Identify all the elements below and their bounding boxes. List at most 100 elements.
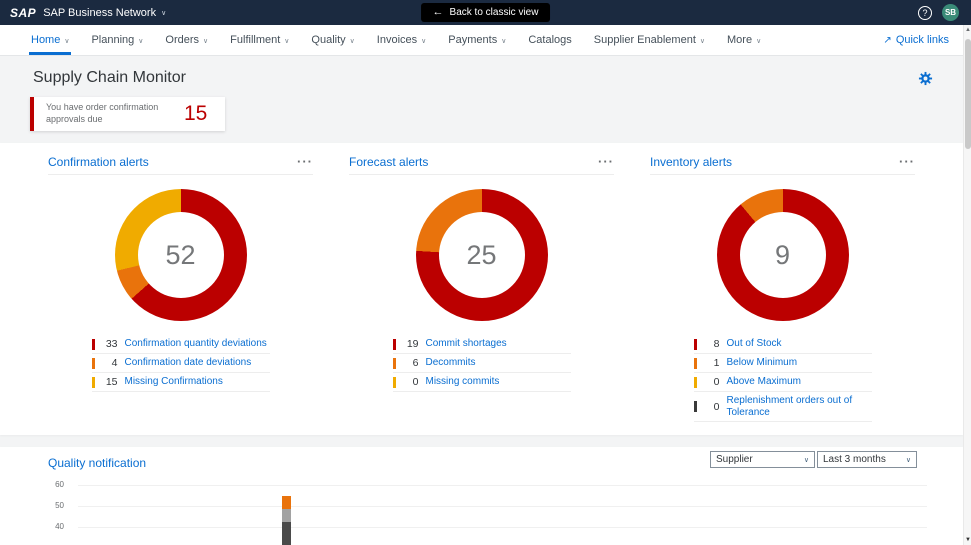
nav-label: Home	[31, 34, 60, 46]
chevron-down-icon: ∨	[203, 37, 208, 45]
legend-value: 33	[102, 338, 118, 350]
legend-link[interactable]: Missing commits	[426, 376, 500, 388]
banner-count: 15	[184, 102, 207, 126]
vertical-scrollbar[interactable]: ▲ ▼	[963, 25, 971, 545]
scrollbar-thumb[interactable]	[965, 39, 971, 149]
legend-row: 6 Decommits	[393, 354, 571, 373]
card-header: Confirmation alerts ···	[48, 149, 313, 175]
overflow-menu-icon[interactable]: ···	[899, 155, 915, 168]
inventory-alerts-card: Inventory alerts ··· 9 8 Out of Stock	[632, 149, 933, 435]
donut-total: 25	[466, 240, 496, 271]
legend: 19 Commit shortages 6 Decommits 0 Missin…	[393, 335, 571, 392]
card-title: Forecast alerts	[349, 155, 428, 169]
donut-total: 9	[775, 240, 790, 271]
donut-hole: 25	[439, 212, 525, 298]
back-arrow-icon: ←	[433, 7, 444, 18]
approvals-due-banner[interactable]: You have order confirmation approvals du…	[30, 97, 225, 131]
page-header: Supply Chain Monitor	[0, 56, 963, 87]
nav-tab-fulfillment[interactable]: Fulfillment ∨	[219, 25, 300, 55]
gridline	[78, 506, 927, 507]
legend-link[interactable]: Decommits	[426, 357, 476, 369]
page-content: Supply Chain Monitor You have order conf…	[0, 56, 963, 545]
nav-label: Orders	[165, 34, 199, 46]
quality-filters: Supplier ∨ Last 3 months ∨	[710, 451, 917, 468]
legend-value: 0	[704, 401, 720, 413]
alert-cards-panel: Confirmation alerts ··· 52 33 Confirmati…	[0, 143, 963, 435]
quick-links[interactable]: ↗ Quick links	[883, 25, 963, 55]
nav-label: More	[727, 34, 752, 46]
legend-row: 0 Missing commits	[393, 373, 571, 392]
legend-value: 15	[102, 376, 118, 388]
nav-label: Supplier Enablement	[594, 34, 696, 46]
scroll-up-icon[interactable]: ▲	[964, 25, 971, 35]
legend-link[interactable]: Confirmation date deviations	[125, 357, 252, 369]
nav-tab-orders[interactable]: Orders ∨	[154, 25, 219, 55]
topbar: SAP SAP Business Network ∨ ← Back to cla…	[0, 0, 971, 25]
legend-color-swatch	[92, 339, 95, 350]
donut-total: 52	[165, 240, 195, 271]
settings-gear-icon	[918, 71, 933, 86]
sap-logo[interactable]: SAP	[10, 6, 36, 20]
period-filter-value: Last 3 months	[823, 454, 886, 465]
chevron-down-icon: ∨	[501, 37, 506, 45]
donut-hole: 52	[138, 212, 224, 298]
donut-hole: 9	[740, 212, 826, 298]
legend-color-swatch	[393, 358, 396, 369]
legend-value: 8	[704, 338, 720, 350]
main-navigation: Home ∨ Planning ∨ Orders ∨ Fulfillment ∨…	[0, 25, 963, 56]
legend-color-swatch	[694, 401, 697, 412]
nav-label: Invoices	[377, 34, 417, 46]
chevron-down-icon: ∨	[161, 9, 166, 17]
nav-tab-supplier-enablement[interactable]: Supplier Enablement ∨	[583, 25, 716, 55]
chevron-down-icon: ∨	[64, 37, 69, 45]
settings-button[interactable]	[918, 71, 933, 86]
bar-segment	[282, 522, 291, 545]
help-icon[interactable]: ?	[918, 6, 932, 20]
user-avatar[interactable]: SB	[942, 4, 959, 21]
legend-link[interactable]: Out of Stock	[727, 338, 782, 350]
nav-tab-more[interactable]: More ∨	[716, 25, 772, 55]
legend-value: 6	[403, 357, 419, 369]
legend-color-swatch	[393, 339, 396, 350]
legend-link[interactable]: Confirmation quantity deviations	[125, 338, 267, 350]
nav-tab-planning[interactable]: Planning ∨	[80, 25, 154, 55]
period-filter-select[interactable]: Last 3 months ∨	[817, 451, 917, 468]
overflow-menu-icon[interactable]: ···	[598, 155, 614, 168]
card-title: Confirmation alerts	[48, 155, 149, 169]
legend-link[interactable]: Replenishment orders out of Tolerance	[727, 395, 872, 418]
legend-link[interactable]: Missing Confirmations	[125, 376, 223, 388]
nav-tab-catalogs[interactable]: Catalogs	[517, 25, 582, 55]
overflow-menu-icon[interactable]: ···	[297, 155, 313, 168]
forecast-alerts-card: Forecast alerts ··· 25 19 Commit shortag…	[331, 149, 632, 435]
topbar-actions: ? SB	[918, 4, 959, 21]
confirmation-donut-chart: 52	[115, 189, 247, 321]
legend-value: 19	[403, 338, 419, 350]
nav-tab-payments[interactable]: Payments ∨	[437, 25, 517, 55]
quick-links-icon: ↗	[883, 35, 891, 46]
back-to-classic-view-button[interactable]: ← Back to classic view	[421, 3, 551, 22]
nav-tab-quality[interactable]: Quality ∨	[300, 25, 365, 55]
legend-link[interactable]: Commit shortages	[426, 338, 507, 350]
legend-value: 0	[403, 376, 419, 388]
legend-link[interactable]: Above Maximum	[727, 376, 801, 388]
scroll-down-icon[interactable]: ▼	[964, 535, 971, 545]
legend-row: 15 Missing Confirmations	[92, 373, 270, 392]
chevron-down-icon: ∨	[906, 456, 911, 464]
legend-link[interactable]: Below Minimum	[727, 357, 798, 369]
brand-name[interactable]: SAP Business Network	[43, 7, 156, 19]
supplier-filter-select[interactable]: Supplier ∨	[710, 451, 815, 468]
confirmation-alerts-card: Confirmation alerts ··· 52 33 Confirmati…	[30, 149, 331, 435]
y-axis-tick: 40	[38, 522, 64, 531]
gridline	[78, 527, 927, 528]
quick-links-label: Quick links	[896, 34, 949, 46]
nav-tab-invoices[interactable]: Invoices ∨	[366, 25, 437, 55]
gridline	[78, 485, 927, 486]
legend-row: 1 Below Minimum	[694, 354, 872, 373]
y-axis-tick: 60	[38, 480, 64, 489]
nav-tab-home[interactable]: Home ∨	[20, 25, 80, 55]
legend-color-swatch	[694, 377, 697, 388]
quality-header: Quality notification Supplier ∨ Last 3 m…	[0, 447, 963, 470]
legend-color-swatch	[92, 358, 95, 369]
nav-label: Quality	[311, 34, 345, 46]
chevron-down-icon: ∨	[284, 37, 289, 45]
